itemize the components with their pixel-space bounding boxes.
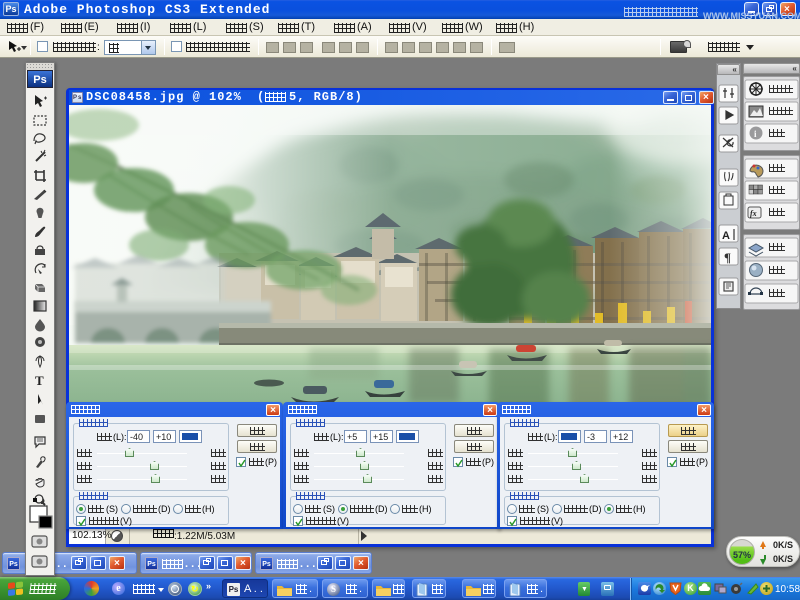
svg-text:T: T <box>35 373 44 388</box>
svg-text:¶: ¶ <box>724 250 731 265</box>
svg-text:fx: fx <box>750 209 757 218</box>
svg-text:A: A <box>722 230 730 242</box>
